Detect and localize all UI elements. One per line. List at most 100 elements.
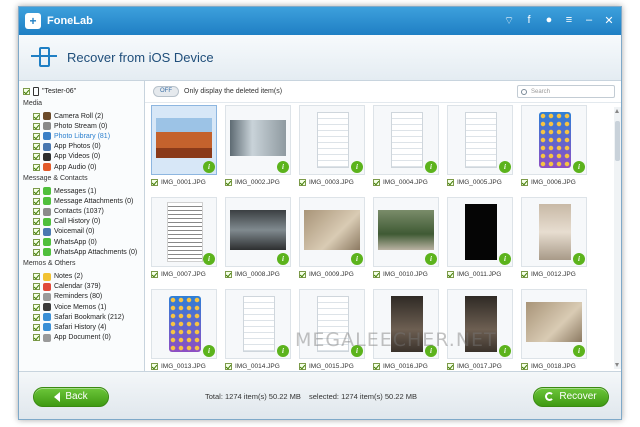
info-icon[interactable]: i: [499, 345, 511, 357]
photo-thumbnail[interactable]: i IMG_0007.JPG: [151, 197, 217, 283]
info-icon[interactable]: i: [573, 161, 585, 173]
sidebar-item-checkbox[interactable]: [33, 153, 40, 161]
thumbnail-checkbox[interactable]: [447, 271, 454, 278]
sidebar-item[interactable]: App Audio (0): [23, 162, 140, 172]
info-icon[interactable]: i: [499, 161, 511, 173]
sidebar-item[interactable]: Calendar (379): [23, 282, 140, 292]
sidebar-item[interactable]: Notes (2): [23, 271, 140, 281]
photo-thumbnail[interactable]: i IMG_0003.JPG: [299, 105, 365, 191]
photo-thumbnail[interactable]: i IMG_0001.JPG: [151, 105, 217, 191]
photo-thumbnail[interactable]: i IMG_0006.JPG: [521, 105, 587, 191]
sidebar-item[interactable]: Messages (1): [23, 186, 140, 196]
minimize-icon[interactable]: –: [583, 14, 595, 28]
thumbnail-checkbox[interactable]: [447, 179, 454, 186]
sidebar-item-checkbox[interactable]: [33, 323, 40, 331]
photo-thumbnail[interactable]: i IMG_0014.JPG: [225, 289, 291, 371]
device-checkbox[interactable]: [23, 87, 30, 95]
thumbnail-checkbox[interactable]: [373, 271, 380, 278]
sidebar-item[interactable]: Reminders (80): [23, 292, 140, 302]
thumbnail-frame[interactable]: i: [521, 197, 587, 267]
thumbnail-frame[interactable]: i: [151, 105, 217, 175]
sidebar-item-checkbox[interactable]: [33, 273, 40, 281]
thumbnail-checkbox[interactable]: [299, 363, 306, 370]
sidebar-item[interactable]: App Document (0): [23, 333, 140, 343]
photo-thumbnail[interactable]: i IMG_0010.JPG: [373, 197, 439, 283]
thumbnail-checkbox[interactable]: [225, 179, 232, 186]
info-icon[interactable]: i: [499, 253, 511, 265]
sidebar-item-checkbox[interactable]: [33, 112, 40, 120]
thumbnail-frame[interactable]: i: [151, 197, 217, 267]
thumbnail-frame[interactable]: i: [225, 289, 291, 359]
device-row[interactable]: "Tester-06": [23, 85, 140, 97]
facebook-icon[interactable]: f: [523, 14, 535, 28]
sidebar-item[interactable]: WhatsApp Attachments (0): [23, 247, 140, 257]
thumbnail-frame[interactable]: i: [521, 289, 587, 359]
vertical-scrollbar[interactable]: [614, 107, 621, 369]
scrollbar-thumb[interactable]: [615, 121, 620, 161]
info-icon[interactable]: i: [425, 161, 437, 173]
thumbnail-checkbox[interactable]: [521, 271, 528, 278]
thumbnail-checkbox[interactable]: [447, 363, 454, 370]
thumbnail-frame[interactable]: i: [299, 197, 365, 267]
sidebar-item-checkbox[interactable]: [33, 303, 40, 311]
thumbnail-frame[interactable]: i: [225, 105, 291, 175]
sidebar-item-checkbox[interactable]: [33, 248, 40, 256]
sidebar-item[interactable]: Safari History (4): [23, 322, 140, 332]
sidebar-item-checkbox[interactable]: [33, 238, 40, 246]
sidebar-item[interactable]: Voicemail (0): [23, 227, 140, 237]
sidebar-item-checkbox[interactable]: [33, 163, 40, 171]
sidebar-item-checkbox[interactable]: [33, 283, 40, 291]
thumbnail-checkbox[interactable]: [373, 179, 380, 186]
thumbnail-checkbox[interactable]: [521, 363, 528, 370]
info-icon[interactable]: i: [351, 253, 363, 265]
photo-thumbnail[interactable]: i IMG_0009.JPG: [299, 197, 365, 283]
search-input[interactable]: Search: [517, 85, 615, 98]
thumbnail-frame[interactable]: i: [373, 197, 439, 267]
photo-thumbnail[interactable]: i IMG_0002.JPG: [225, 105, 291, 191]
thumbnail-checkbox[interactable]: [521, 179, 528, 186]
wifi-icon[interactable]: ⌔: [503, 14, 515, 28]
scroll-down-icon[interactable]: [615, 363, 619, 367]
info-icon[interactable]: i: [277, 161, 289, 173]
photo-thumbnail[interactable]: i IMG_0012.JPG: [521, 197, 587, 283]
photo-thumbnail[interactable]: i IMG_0008.JPG: [225, 197, 291, 283]
thumbnail-frame[interactable]: i: [521, 105, 587, 175]
info-icon[interactable]: i: [277, 253, 289, 265]
info-icon[interactable]: i: [573, 253, 585, 265]
photo-thumbnail[interactable]: i IMG_0004.JPG: [373, 105, 439, 191]
sidebar-item-checkbox[interactable]: [33, 218, 40, 226]
sidebar-item-checkbox[interactable]: [33, 313, 40, 321]
sidebar-item[interactable]: Call History (0): [23, 217, 140, 227]
sidebar-item[interactable]: WhatsApp (0): [23, 237, 140, 247]
scroll-up-icon[interactable]: [615, 109, 619, 113]
sidebar-item[interactable]: Camera Roll (2): [23, 111, 140, 121]
info-icon[interactable]: i: [277, 345, 289, 357]
photo-thumbnail[interactable]: i IMG_0005.JPG: [447, 105, 513, 191]
recover-button[interactable]: Recover: [533, 386, 609, 407]
sidebar-item-checkbox[interactable]: [33, 208, 40, 216]
sidebar-item[interactable]: App Photos (0): [23, 142, 140, 152]
thumbnail-checkbox[interactable]: [151, 271, 158, 278]
sidebar-item-checkbox[interactable]: [33, 293, 40, 301]
photo-thumbnail[interactable]: i IMG_0011.JPG: [447, 197, 513, 283]
sidebar-item[interactable]: Contacts (1037): [23, 207, 140, 217]
sidebar-item-checkbox[interactable]: [33, 197, 40, 205]
thumbnail-checkbox[interactable]: [373, 363, 380, 370]
thumbnail-checkbox[interactable]: [225, 271, 232, 278]
info-icon[interactable]: i: [573, 345, 585, 357]
deleted-only-toggle[interactable]: OFF: [153, 86, 179, 97]
info-icon[interactable]: i: [425, 253, 437, 265]
sidebar-item-checkbox[interactable]: [33, 187, 40, 195]
sidebar-item-checkbox[interactable]: [33, 334, 40, 342]
back-button[interactable]: Back: [33, 386, 109, 407]
thumbnail-checkbox[interactable]: [299, 271, 306, 278]
sidebar-item[interactable]: Photo Library (81): [23, 131, 140, 141]
info-icon[interactable]: i: [203, 253, 215, 265]
thumbnail-frame[interactable]: i: [299, 105, 365, 175]
sidebar-item[interactable]: Safari Bookmark (212): [23, 312, 140, 322]
sidebar-item-checkbox[interactable]: [33, 228, 40, 236]
sidebar-item-checkbox[interactable]: [33, 143, 40, 151]
thumbnail-frame[interactable]: i: [151, 289, 217, 359]
sidebar-item[interactable]: Message Attachments (0): [23, 196, 140, 206]
sidebar-item[interactable]: Photo Stream (0): [23, 121, 140, 131]
